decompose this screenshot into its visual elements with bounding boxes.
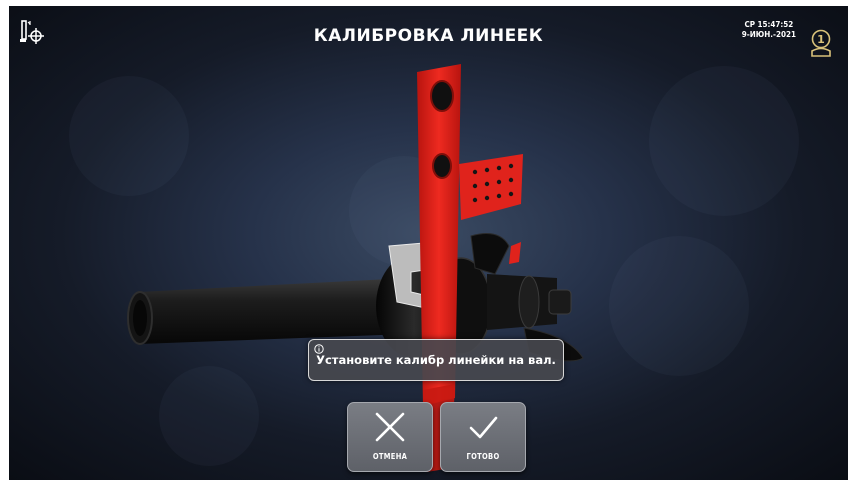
cancel-label: ОТМЕНА bbox=[372, 452, 408, 461]
user-number: 1 bbox=[817, 33, 825, 46]
check-icon bbox=[469, 416, 498, 439]
ok-button[interactable]: ГОТОВО bbox=[440, 402, 526, 472]
date-time-display: СР 15:47:52 9-ИЮН.-2021 bbox=[742, 20, 796, 40]
x-icon bbox=[375, 412, 405, 442]
main-screen: КАЛИБРОВКА ЛИНЕЕК СР 15:47:52 9-ИЮН.-202… bbox=[9, 6, 848, 480]
page-title: КАЛИБРОВКА ЛИНЕЕК bbox=[313, 26, 544, 46]
ok-label: ГОТОВО bbox=[466, 452, 500, 461]
date-text: 9-ИЮН.-2021 bbox=[741, 30, 796, 39]
time-text: СР 15:47:52 bbox=[744, 20, 794, 29]
cancel-button[interactable]: ОТМЕНА bbox=[347, 402, 433, 472]
instruction-text: Установите калибр линейки на вал. bbox=[316, 353, 556, 367]
instruction-message: Установите калибр линейки на вал. bbox=[308, 339, 564, 381]
user-1-icon[interactable]: 1 bbox=[808, 28, 834, 58]
